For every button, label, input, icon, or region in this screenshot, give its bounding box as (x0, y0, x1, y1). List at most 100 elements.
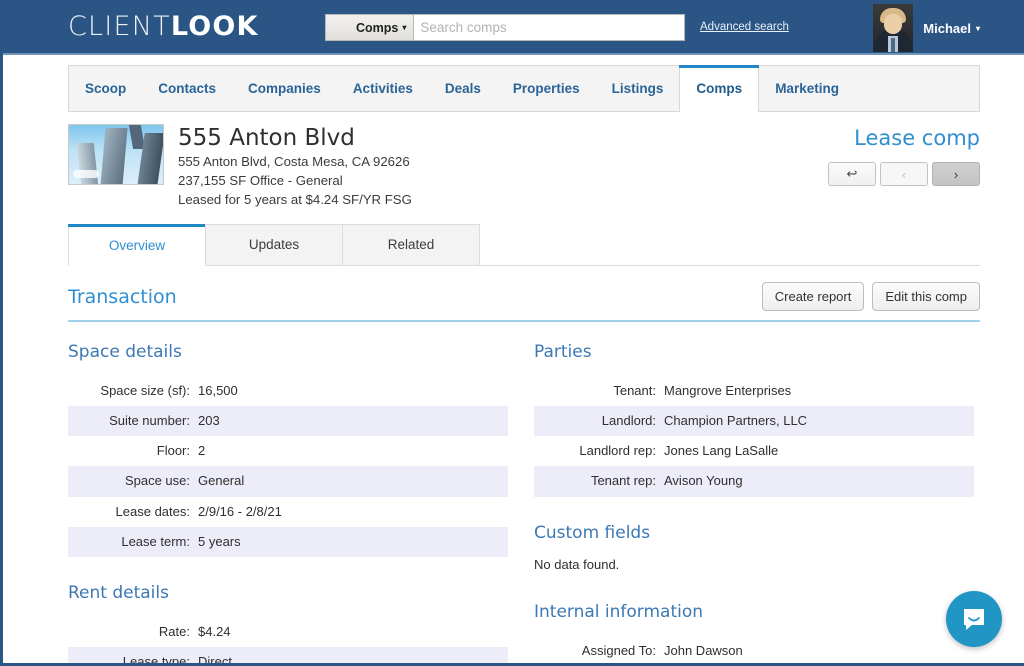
global-search: Comps ▾ (325, 14, 685, 41)
logo-text-bold: LOOK (171, 11, 259, 42)
back-arrow-icon[interactable]: ↩ (828, 162, 876, 186)
nav-tab-contacts[interactable]: Contacts (142, 66, 232, 111)
parties-table: Tenant:Mangrove EnterprisesLandlord:Cham… (534, 376, 974, 497)
detail-row-label: Space use: (68, 473, 198, 489)
detail-row-value: John Dawson (664, 643, 743, 659)
record-header: 555 Anton Blvd 555 Anton Blvd, Costa Mes… (68, 112, 980, 218)
search-input[interactable] (413, 14, 685, 41)
chevron-down-icon: ▾ (976, 24, 980, 33)
advanced-search-link[interactable]: Advanced search (700, 21, 789, 33)
internal-information-table: Assigned To:John Dawson (534, 636, 974, 666)
user-menu-label[interactable]: Michael ▾ (923, 21, 980, 36)
detail-row-value: Champion Partners, LLC (664, 413, 807, 429)
detail-row: Tenant:Mangrove Enterprises (534, 376, 974, 406)
record-type-label: Lease comp (828, 126, 980, 150)
detail-row: Landlord rep:Jones Lang LaSalle (534, 436, 974, 466)
detail-row-value: 2/9/16 - 2/8/21 (198, 504, 282, 520)
nav-tab-label: Companies (248, 81, 321, 96)
detail-row-value: $4.24 (198, 624, 231, 640)
detail-row-label: Floor: (68, 443, 198, 459)
page-title: 555 Anton Blvd (178, 125, 412, 151)
detail-row-label: Space size (sf): (68, 383, 198, 399)
property-lease-summary: Leased for 5 years at $4.24 SF/YR FSG (178, 191, 412, 210)
detail-row-value: Jones Lang LaSalle (664, 443, 778, 459)
nav-tab-label: Deals (445, 81, 481, 96)
logo-text-light: CLIENT (68, 11, 171, 42)
detail-row-value: 16,500 (198, 383, 238, 399)
sub-tab-related[interactable]: Related (342, 224, 480, 265)
section-title-custom-fields: Custom fields (534, 523, 974, 543)
chevron-down-icon: ▾ (402, 23, 406, 32)
sub-tab-label: Updates (249, 237, 299, 252)
nav-tab-deals[interactable]: Deals (429, 66, 497, 111)
right-column: Parties Tenant:Mangrove EnterprisesLandl… (534, 334, 974, 666)
user-menu[interactable]: Michael ▾ (873, 4, 980, 52)
record-sub-tabs: Overview Updates Related (68, 224, 980, 266)
nav-tab-listings[interactable]: Listings (596, 66, 680, 111)
app-viewport: CLIENTLOOK Comps ▾ Advanced search Micha… (0, 0, 1024, 666)
sub-tab-updates[interactable]: Updates (205, 224, 343, 265)
nav-tab-activities[interactable]: Activities (337, 66, 429, 111)
search-scope-dropdown[interactable]: Comps ▾ (325, 14, 413, 41)
rent-details-table: Rate:$4.24Lease type:Direct (68, 617, 508, 666)
custom-fields-empty-message: No data found. (534, 557, 974, 572)
create-report-button[interactable]: Create report (762, 282, 865, 311)
nav-tab-marketing[interactable]: Marketing (759, 66, 855, 111)
nav-tab-companies[interactable]: Companies (232, 66, 337, 111)
search-scope-label: Comps (356, 21, 398, 35)
nav-tab-label: Activities (353, 81, 413, 96)
detail-row: Landlord:Champion Partners, LLC (534, 406, 974, 436)
transaction-actions: Create report Edit this comp (762, 282, 980, 311)
edit-comp-button[interactable]: Edit this comp (872, 282, 980, 311)
nav-tab-label: Contacts (158, 81, 216, 96)
nav-tab-label: Scoop (85, 81, 126, 96)
property-thumbnail[interactable] (68, 124, 164, 185)
detail-row-value: Avison Young (664, 473, 743, 489)
space-details-table: Space size (sf):16,500Suite number:203Fl… (68, 376, 508, 558)
detail-row: Space use:General (68, 466, 508, 496)
property-address: 555 Anton Blvd, Costa Mesa, CA 92626 (178, 153, 412, 172)
nav-tab-properties[interactable]: Properties (497, 66, 596, 111)
transaction-section-header: Transaction Create report Edit this comp (68, 286, 980, 322)
chevron-left-icon: ‹ (880, 162, 928, 186)
detail-row: Space size (sf):16,500 (68, 376, 508, 406)
detail-row-label: Suite number: (68, 413, 198, 429)
nav-tab-label: Properties (513, 81, 580, 96)
nav-tab-scoop[interactable]: Scoop (69, 66, 142, 111)
nav-tab-comps[interactable]: Comps (679, 66, 759, 112)
section-title-space-details: Space details (68, 342, 508, 362)
detail-row-value: 203 (198, 413, 220, 429)
app-logo[interactable]: CLIENTLOOK (68, 11, 259, 42)
record-info: 555 Anton Blvd 555 Anton Blvd, Costa Mes… (178, 124, 412, 210)
detail-row-value: 5 years (198, 534, 241, 550)
sub-tab-label: Related (388, 237, 435, 252)
detail-row: Lease dates:2/9/16 - 2/8/21 (68, 497, 508, 527)
detail-row: Floor:2 (68, 436, 508, 466)
section-title-parties: Parties (534, 342, 974, 362)
detail-row-label: Landlord rep: (534, 443, 664, 459)
top-header-bar: CLIENTLOOK Comps ▾ Advanced search Micha… (3, 0, 1024, 55)
chat-launcher-button[interactable] (946, 591, 1002, 647)
user-name-text: Michael (923, 21, 971, 36)
detail-row-label: Landlord: (534, 413, 664, 429)
detail-row-label: Lease term: (68, 534, 198, 550)
chat-bubble-icon (960, 605, 988, 633)
detail-row: Suite number:203 (68, 406, 508, 436)
detail-row-label: Tenant rep: (534, 473, 664, 489)
chevron-right-icon[interactable]: › (932, 162, 980, 186)
left-column: Space details Space size (sf):16,500Suit… (68, 334, 508, 666)
detail-row-label: Tenant: (534, 383, 664, 399)
sub-tab-label: Overview (109, 238, 165, 253)
detail-row-value: General (198, 473, 244, 489)
detail-row: Lease type:Direct (68, 647, 508, 666)
property-size-type: 237,155 SF Office - General (178, 172, 412, 191)
nav-tab-label: Marketing (775, 81, 839, 96)
record-nav-buttons: ↩‹› (828, 162, 980, 186)
sub-tab-overview[interactable]: Overview (68, 224, 206, 266)
section-title-rent-details: Rent details (68, 583, 508, 603)
detail-row-value: Direct (198, 654, 232, 666)
detail-columns: Space details Space size (sf):16,500Suit… (68, 334, 980, 666)
detail-row: Rate:$4.24 (68, 617, 508, 647)
detail-row: Lease term:5 years (68, 527, 508, 557)
detail-row-value: 2 (198, 443, 205, 459)
